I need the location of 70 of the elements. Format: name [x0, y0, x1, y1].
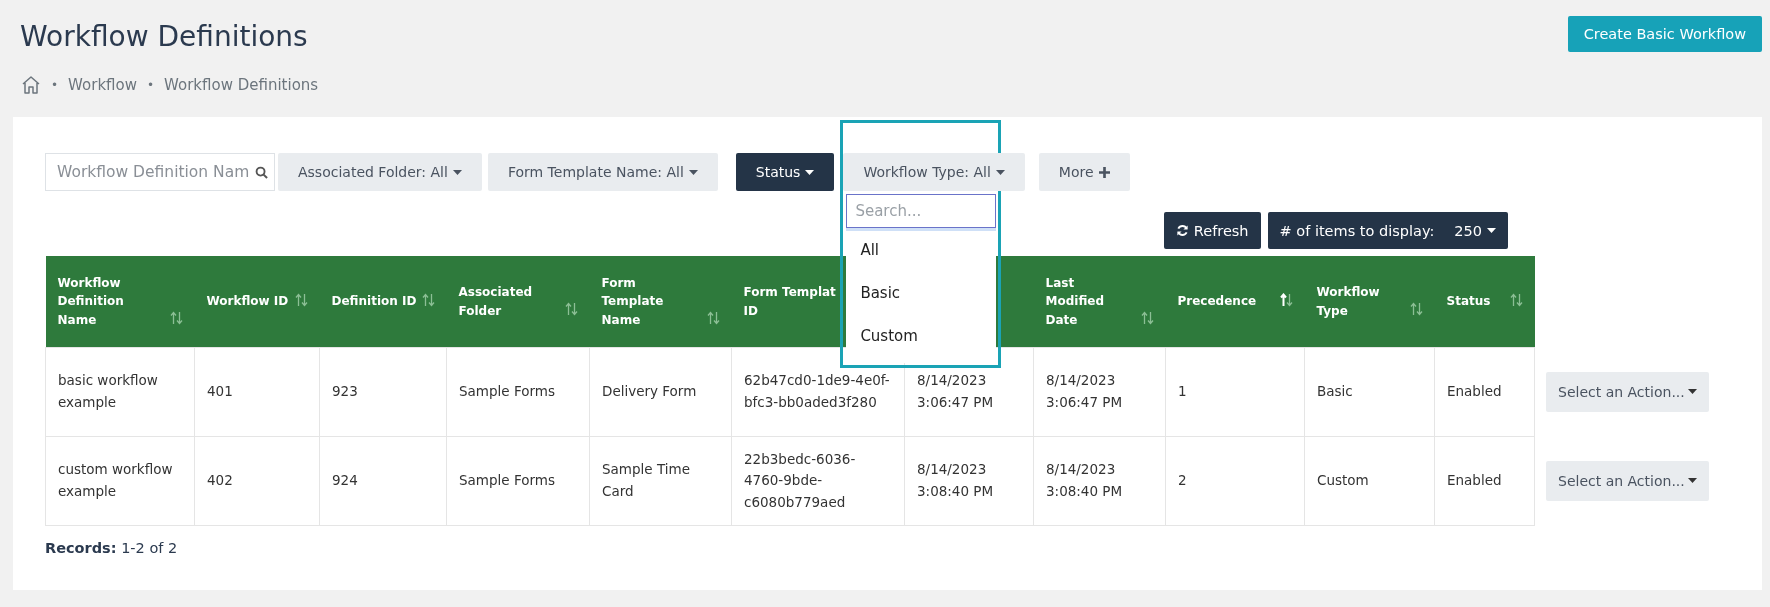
column-header-label: Form Templat ID [743, 283, 837, 320]
caret-icon [1687, 478, 1697, 484]
table-cell: custom workflow example [45, 436, 195, 526]
table-cell: 8/14/2023 3:06:47 PM [1033, 347, 1166, 437]
caret-icon [452, 169, 462, 175]
column-header[interactable]: Precedence [1165, 256, 1305, 348]
caret-icon [1687, 389, 1697, 395]
column-header[interactable]: Form Template Name [589, 256, 732, 348]
records-label: Records: [45, 540, 117, 556]
column-header[interactable]: Definition ID [319, 256, 447, 348]
caret-icon [688, 169, 698, 175]
table-cell: basic workflow example [45, 347, 195, 437]
column-header[interactable]: Associated Folder [446, 256, 590, 348]
home-icon[interactable] [21, 75, 41, 95]
page-title: Workflow Definitions [20, 20, 308, 53]
column-header[interactable]: Workflow ID [194, 256, 320, 348]
table-cell: 1 [1165, 347, 1305, 437]
filter-button[interactable]: Status [735, 153, 835, 191]
action-dropdown[interactable]: Select an Action... [1546, 460, 1709, 502]
breadcrumb-separator: • [51, 78, 59, 92]
action-dropdown[interactable]: Select an Action... [1546, 371, 1709, 413]
column-header-label: Last Modified Date [1045, 274, 1105, 329]
table-cell: Delivery Form [589, 347, 732, 437]
table-cell: Basic [1304, 347, 1435, 437]
table-cell: Sample Time Card [589, 436, 732, 526]
column-header[interactable]: Last Modified Date [1033, 256, 1166, 348]
create-workflow-button[interactable]: Create Basic Workflow [1567, 16, 1762, 52]
caret-icon [995, 169, 1005, 175]
breadcrumb-link[interactable]: Workflow [68, 76, 137, 94]
breadcrumb-link[interactable]: Workflow Definitions [164, 76, 319, 94]
table-cell: 8/14/2023 3:08:40 PM [1033, 436, 1166, 526]
table-cell: Sample Forms [446, 436, 590, 526]
column-header-label: Precedence [1177, 293, 1257, 311]
caret-icon [805, 169, 815, 175]
filter-button[interactable]: Associated Folder: All [278, 153, 482, 191]
items-per-page-button[interactable]: # of items to display: 250 [1267, 212, 1508, 249]
records-count: 1-2 of 2 [121, 540, 178, 556]
table-cell: Sample Forms [446, 347, 590, 437]
column-header[interactable]: Workflow Type [1304, 256, 1435, 348]
table-cell: 62b47cd0-1de9-4e0f-bfc3-bb0aded3f280 [731, 347, 905, 437]
menu-search-field[interactable]: Search... [846, 194, 997, 228]
table-cell: Enabled [1434, 436, 1535, 526]
table-cell: Custom [1304, 436, 1435, 526]
filter-button[interactable]: Form Template Name: All [487, 153, 718, 191]
breadcrumb-separator: • [146, 78, 155, 92]
column-header-label: Workflow Type [1316, 283, 1381, 320]
column-header[interactable]: Workflow Definition Name [45, 256, 195, 348]
column-header-label: Workflow Definition Name [57, 274, 125, 329]
caret-icon [1487, 228, 1496, 233]
table-cell: Enabled [1434, 347, 1535, 437]
filter-button[interactable]: More [1038, 153, 1130, 191]
table-cell: 401 [194, 347, 320, 437]
refresh-button[interactable]: Refresh [1163, 212, 1261, 249]
table-cell: 923 [319, 347, 447, 437]
column-header-label: Status [1446, 293, 1491, 311]
column-header-label: Form Template Name [601, 274, 665, 329]
table-cell: 22b3bedc-6036-4760-9bde-c6080b779aed [731, 436, 905, 526]
search-icon [255, 166, 268, 179]
plus-icon [1098, 166, 1110, 178]
table-cell: 924 [319, 436, 447, 526]
filter-button[interactable]: Workflow Type: All [843, 153, 1025, 191]
table-cell: 2 [1165, 436, 1305, 526]
name-filter-field[interactable]: Workflow Definition Nam [45, 153, 275, 191]
refresh-icon [1175, 224, 1189, 237]
column-header-label: Definition ID [331, 293, 417, 311]
table-cell: 8/14/2023 3:08:40 PM [904, 436, 1034, 526]
column-header-label: Workflow ID [206, 293, 289, 311]
column-header-label: Associated Folder [458, 283, 534, 320]
table-cell: 402 [194, 436, 320, 526]
column-header[interactable]: Status [1434, 256, 1535, 348]
